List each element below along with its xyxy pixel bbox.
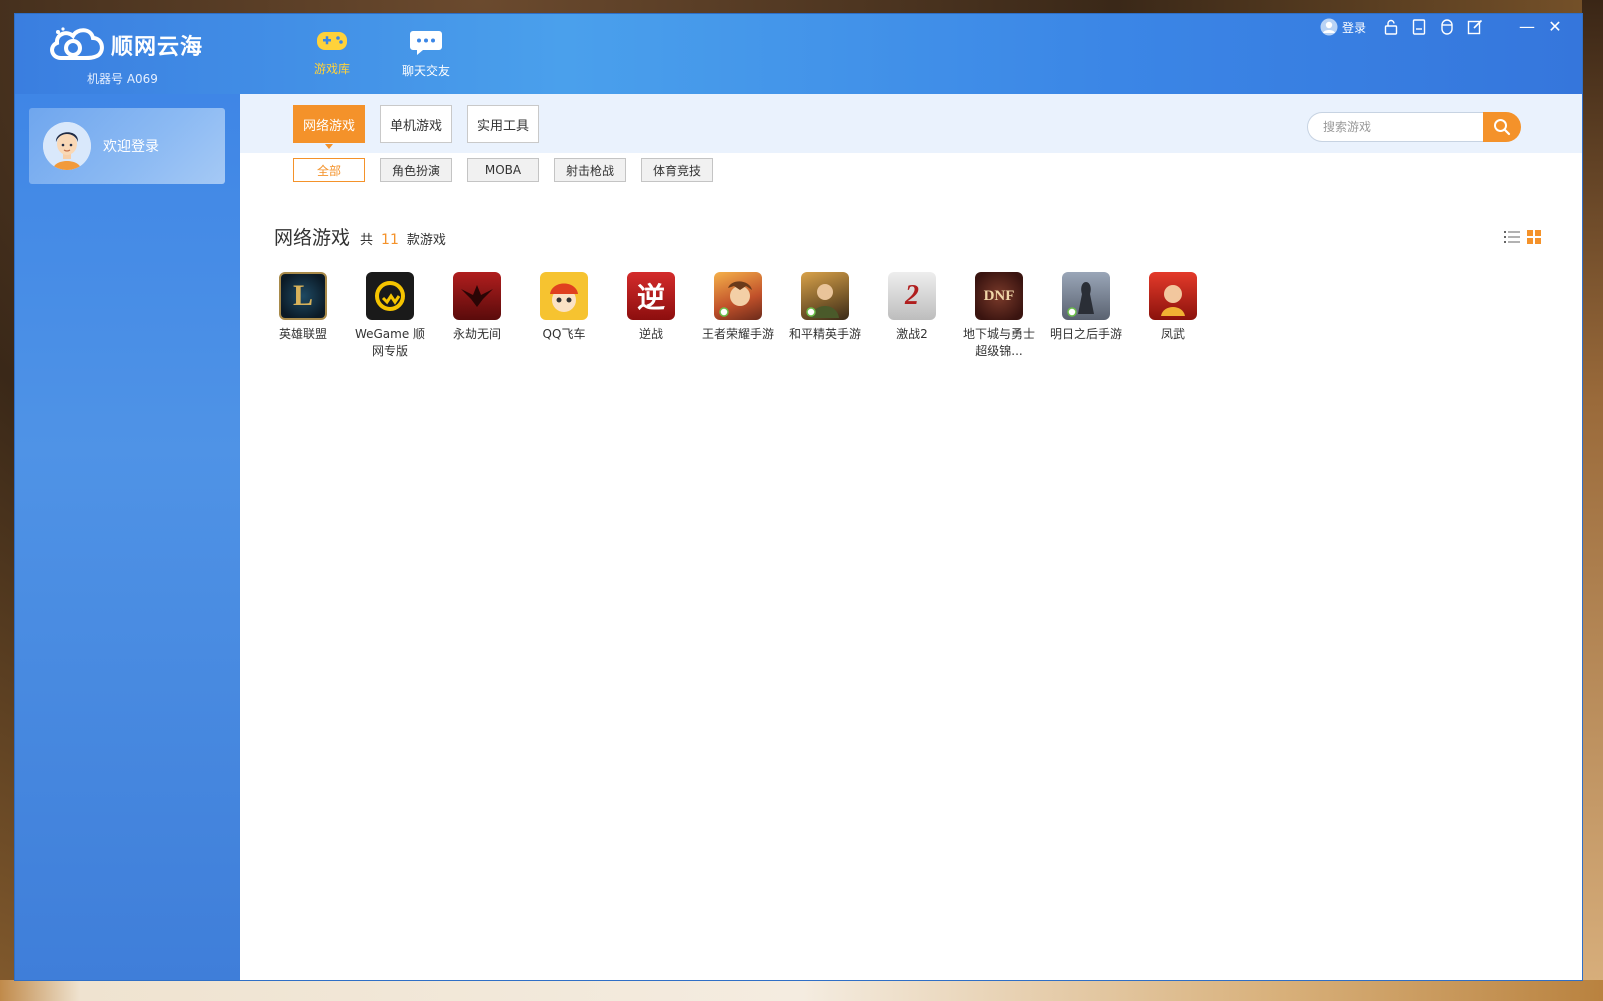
wegame-icon bbox=[366, 272, 414, 320]
guild-wars-2-icon: 2 bbox=[888, 272, 936, 320]
search-input[interactable] bbox=[1307, 112, 1483, 142]
section-title: 网络游戏 bbox=[274, 227, 351, 249]
game-name: 激战2 bbox=[896, 327, 928, 341]
sidebar: 欢迎登录 bbox=[15, 94, 240, 980]
game-tile[interactable]: 逆 逆战 bbox=[616, 272, 686, 360]
titlebar-actions: 登录 — ✕ bbox=[1320, 18, 1564, 36]
nizhan-icon: 逆 bbox=[627, 272, 675, 320]
tab-single-player-games[interactable]: 单机游戏 bbox=[380, 105, 453, 143]
game-grid: L 英雄联盟 WeGame 顺网专版 永劫无间 QQ飞车 逆 逆战 王者荣耀手游… bbox=[268, 272, 1208, 360]
game-tile[interactable]: 2 激战2 bbox=[877, 272, 947, 360]
game-name: 王者荣耀手游 bbox=[702, 327, 775, 341]
qq-speed-icon bbox=[540, 272, 588, 320]
honor-of-kings-icon bbox=[714, 272, 762, 320]
minimize-button[interactable]: — bbox=[1518, 18, 1536, 36]
game-tile[interactable]: 和平精英手游 bbox=[789, 272, 862, 360]
app-logo: 顺网云海 bbox=[47, 26, 203, 64]
top-nav: 游戏库 聊天交友 bbox=[307, 28, 451, 79]
filter-sports[interactable]: 体育竞技 bbox=[641, 158, 713, 182]
filter-shooter[interactable]: 射击枪战 bbox=[554, 158, 626, 182]
league-of-legends-icon: L bbox=[279, 272, 327, 320]
game-name: QQ飞车 bbox=[542, 327, 586, 341]
filter-moba[interactable]: MOBA bbox=[467, 158, 539, 182]
gamepad-icon bbox=[317, 32, 347, 50]
machine-id: 机器号 A069 bbox=[87, 72, 158, 86]
count-prefix: 共 bbox=[360, 233, 374, 248]
app-window: 顺网云海 机器号 A069 游戏库 聊天交友 登录 — ✕ 欢迎登录 网络游戏 … bbox=[14, 13, 1583, 981]
list-view-icon[interactable] bbox=[1504, 229, 1520, 245]
login-link[interactable]: 登录 bbox=[1320, 18, 1366, 36]
close-button[interactable]: ✕ bbox=[1546, 18, 1564, 36]
grid-view-icon[interactable] bbox=[1526, 229, 1542, 245]
category-tabbar: 网络游戏 单机游戏 实用工具 bbox=[240, 94, 1582, 153]
game-name: 凤武 bbox=[1160, 327, 1185, 341]
count-number: 11 bbox=[381, 232, 399, 248]
gw2-glyph: 2 bbox=[905, 280, 919, 311]
game-tile[interactable]: 凤武 bbox=[1138, 272, 1208, 360]
game-tile[interactable]: L 英雄联盟 bbox=[268, 272, 338, 360]
game-tile[interactable]: 明日之后手游 bbox=[1050, 272, 1123, 360]
mouse-icon[interactable] bbox=[1438, 18, 1456, 36]
document-icon[interactable] bbox=[1410, 18, 1428, 36]
app-name: 顺网云海 bbox=[111, 35, 204, 60]
naraka-icon bbox=[453, 272, 501, 320]
tab-utility-tools[interactable]: 实用工具 bbox=[467, 105, 540, 143]
titlebar: 顺网云海 机器号 A069 游戏库 聊天交友 登录 — ✕ bbox=[15, 14, 1582, 94]
nizhan-glyph: 逆 bbox=[636, 281, 665, 314]
dnf-icon: DNF bbox=[975, 272, 1023, 320]
user-login-card[interactable]: 欢迎登录 bbox=[29, 108, 225, 184]
count-suffix: 款游戏 bbox=[406, 233, 446, 248]
user-circle-icon bbox=[1320, 18, 1338, 36]
genre-filter-tabs: 全部 角色扮演 MOBA 射击枪战 体育竞技 bbox=[293, 158, 713, 182]
lock-icon[interactable] bbox=[1382, 18, 1400, 36]
chat-bubble-icon bbox=[410, 31, 442, 55]
filter-all[interactable]: 全部 bbox=[293, 158, 365, 182]
nav-chat-label: 聊天交友 bbox=[401, 64, 450, 78]
dnf-glyph: DNF bbox=[983, 287, 1015, 304]
nav-game-library-label: 游戏库 bbox=[313, 62, 350, 76]
game-name: 明日之后手游 bbox=[1050, 327, 1123, 341]
game-tile[interactable]: 王者荣耀手游 bbox=[702, 272, 775, 360]
game-name: WeGame 顺网专版 bbox=[354, 327, 426, 358]
view-toggle bbox=[1504, 229, 1542, 245]
avatar bbox=[43, 122, 91, 170]
nav-game-library[interactable]: 游戏库 bbox=[307, 28, 357, 79]
section-header: 网络游戏 共 11 款游戏 bbox=[274, 223, 446, 250]
login-label: 登录 bbox=[1341, 20, 1366, 35]
nav-chat[interactable]: 聊天交友 bbox=[401, 28, 451, 79]
default-avatar-icon bbox=[43, 122, 91, 170]
game-tile[interactable]: 永劫无间 bbox=[442, 272, 512, 360]
welcome-login-label: 欢迎登录 bbox=[103, 139, 159, 155]
game-name: 地下城与勇士超级锦... bbox=[963, 327, 1036, 358]
peacekeeper-elite-icon bbox=[801, 272, 849, 320]
main-content: 网络游戏 单机游戏 实用工具 全部 角色扮演 MOBA 射击枪战 体育竞技 bbox=[240, 94, 1582, 980]
tab-online-games[interactable]: 网络游戏 bbox=[293, 105, 366, 149]
filter-rpg[interactable]: 角色扮演 bbox=[380, 158, 452, 182]
game-name: 逆战 bbox=[638, 327, 663, 341]
life-after-icon bbox=[1062, 272, 1110, 320]
game-name: 和平精英手游 bbox=[789, 327, 862, 341]
game-tile[interactable]: WeGame 顺网专版 bbox=[355, 272, 425, 360]
game-count: 共 11 款游戏 bbox=[360, 229, 446, 248]
main-category-tabs: 网络游戏 单机游戏 实用工具 bbox=[293, 105, 540, 149]
search-box bbox=[1307, 112, 1521, 142]
game-tile[interactable]: QQ飞车 bbox=[529, 272, 599, 360]
game-tile[interactable]: DNF 地下城与勇士超级锦... bbox=[963, 272, 1036, 360]
search-button[interactable] bbox=[1483, 112, 1521, 142]
search-icon bbox=[1494, 119, 1511, 136]
game-name: 英雄联盟 bbox=[278, 327, 327, 341]
cloud-logo-icon bbox=[50, 27, 104, 60]
game-name: 永劫无间 bbox=[452, 327, 501, 341]
lol-glyph: L bbox=[292, 279, 313, 312]
edit-icon[interactable] bbox=[1466, 18, 1484, 36]
fengwu-icon bbox=[1149, 272, 1197, 320]
